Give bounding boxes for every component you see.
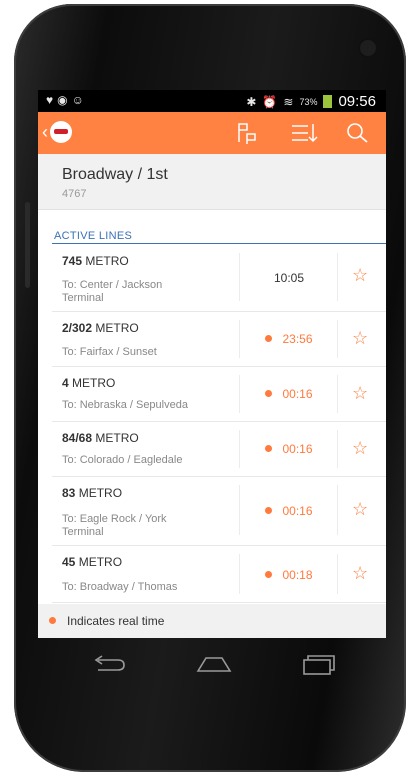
line-row[interactable]: 84/68 METRO To: Colorado / Eagledale 00:… xyxy=(52,422,386,477)
recent-apps-key-icon[interactable] xyxy=(302,654,336,678)
divider xyxy=(337,253,338,301)
agency: METRO xyxy=(72,376,116,390)
clock: 09:56 xyxy=(338,93,376,110)
favorite-star-icon[interactable]: ☆ xyxy=(352,383,368,404)
alarm-icon: ⏰ xyxy=(262,94,278,109)
bluetooth-icon: ✱ xyxy=(246,94,257,109)
back-key-icon[interactable] xyxy=(92,654,128,674)
favorite-star-icon[interactable]: ☆ xyxy=(352,328,368,349)
route-number: 2/302 xyxy=(62,321,93,335)
divider xyxy=(239,430,240,468)
line-row[interactable]: 2/302 METRO To: Fairfax / Sunset 23:56 ☆ xyxy=(52,312,386,367)
section-title: ACTIVE LINES xyxy=(54,230,133,242)
status-bar: ♥◉☺ ✱ ⏰ ≋ 73% 09:56 xyxy=(38,90,386,112)
agency: METRO xyxy=(78,486,123,500)
realtime-dot-icon xyxy=(265,571,273,579)
line-row[interactable]: 4 METRO To: Nebraska / Sepulveda 00:16 ☆ xyxy=(52,367,386,422)
arrival-time: 00:16 xyxy=(241,442,337,456)
search-icon[interactable] xyxy=(344,120,372,146)
stop-header: Broadway / 1st 4767 xyxy=(38,154,386,210)
realtime-dot-icon xyxy=(265,507,273,515)
divider xyxy=(239,253,240,301)
app-bar: ‹ xyxy=(38,112,386,154)
favorite-star-icon[interactable]: ☆ xyxy=(352,499,368,520)
destination: To: Fairfax / Sunset xyxy=(62,346,157,358)
route-number: 84/68 xyxy=(62,431,93,445)
agency: METRO xyxy=(78,555,123,569)
legend-text: Indicates real time xyxy=(67,614,165,628)
arrival-time: 10:05 xyxy=(273,271,305,285)
home-key-icon[interactable] xyxy=(196,654,232,674)
agency: METRO xyxy=(95,431,139,445)
front-camera xyxy=(360,40,376,56)
divider xyxy=(239,485,240,535)
route-number: 745 xyxy=(62,254,83,268)
battery-percent: 73% xyxy=(299,96,318,107)
sort-icon[interactable] xyxy=(290,120,318,146)
section-divider xyxy=(52,243,386,244)
destination: To: Broadway / Thomas xyxy=(62,581,178,593)
app-logo-icon[interactable] xyxy=(50,121,72,143)
line-row[interactable]: 83 METRO To: Eagle Rock / York Terminal 0… xyxy=(52,477,386,546)
route-number: 4 xyxy=(62,376,69,390)
favorite-star-icon[interactable]: ☆ xyxy=(352,563,368,584)
screen: ♥◉☺ ✱ ⏰ ≋ 73% 09:56 ‹ Broadway / 1st 476… xyxy=(38,90,386,638)
stop-name: Broadway / 1st xyxy=(62,166,168,183)
line-row[interactable]: 45 METRO To: Broadway / Thomas 00:18 ☆ xyxy=(52,546,386,603)
agency: METRO xyxy=(95,321,139,335)
divider xyxy=(239,375,240,413)
divider xyxy=(337,485,338,535)
flag-map-icon[interactable] xyxy=(235,120,261,146)
realtime-dot-icon xyxy=(265,390,273,398)
divider xyxy=(337,375,338,413)
arrival-time: 00:18 xyxy=(241,568,337,582)
route-number: 45 xyxy=(62,555,76,569)
destination: To: Eagle Rock / York Terminal xyxy=(62,513,167,538)
arrival-time: 23:56 xyxy=(241,332,337,346)
realtime-dot-icon xyxy=(265,445,273,453)
wifi-icon: ≋ xyxy=(283,94,294,109)
divider xyxy=(239,554,240,594)
volume-button xyxy=(25,202,30,288)
realtime-dot-icon xyxy=(49,617,56,624)
destination: To: Center / Jackson Terminal xyxy=(62,279,163,304)
route-number: 83 xyxy=(62,486,76,500)
divider xyxy=(239,320,240,358)
destination: To: Colorado / Eagledale xyxy=(62,454,183,466)
divider xyxy=(337,320,338,358)
arrival-time: 00:16 xyxy=(241,387,337,401)
active-lines-list: ACTIVE LINES 745 METRO To: Center / Jack… xyxy=(38,210,386,638)
stop-code: 4767 xyxy=(62,188,87,200)
battery-icon xyxy=(323,95,333,108)
realtime-dot-icon xyxy=(265,335,273,343)
up-chevron-icon[interactable]: ‹ xyxy=(42,122,48,143)
divider xyxy=(337,554,338,594)
agency: METRO xyxy=(85,254,129,268)
favorite-star-icon[interactable]: ☆ xyxy=(352,438,368,459)
divider xyxy=(337,430,338,468)
realtime-legend: Indicates real time xyxy=(38,604,386,638)
destination: To: Nebraska / Sepulveda xyxy=(62,399,188,411)
favorite-star-icon[interactable]: ☆ xyxy=(352,265,368,286)
arrival-time: 00:16 xyxy=(241,504,337,518)
notification-icons: ♥◉☺ xyxy=(46,93,88,107)
line-row[interactable]: 745 METRO To: Center / Jackson Terminal 1… xyxy=(52,245,386,312)
